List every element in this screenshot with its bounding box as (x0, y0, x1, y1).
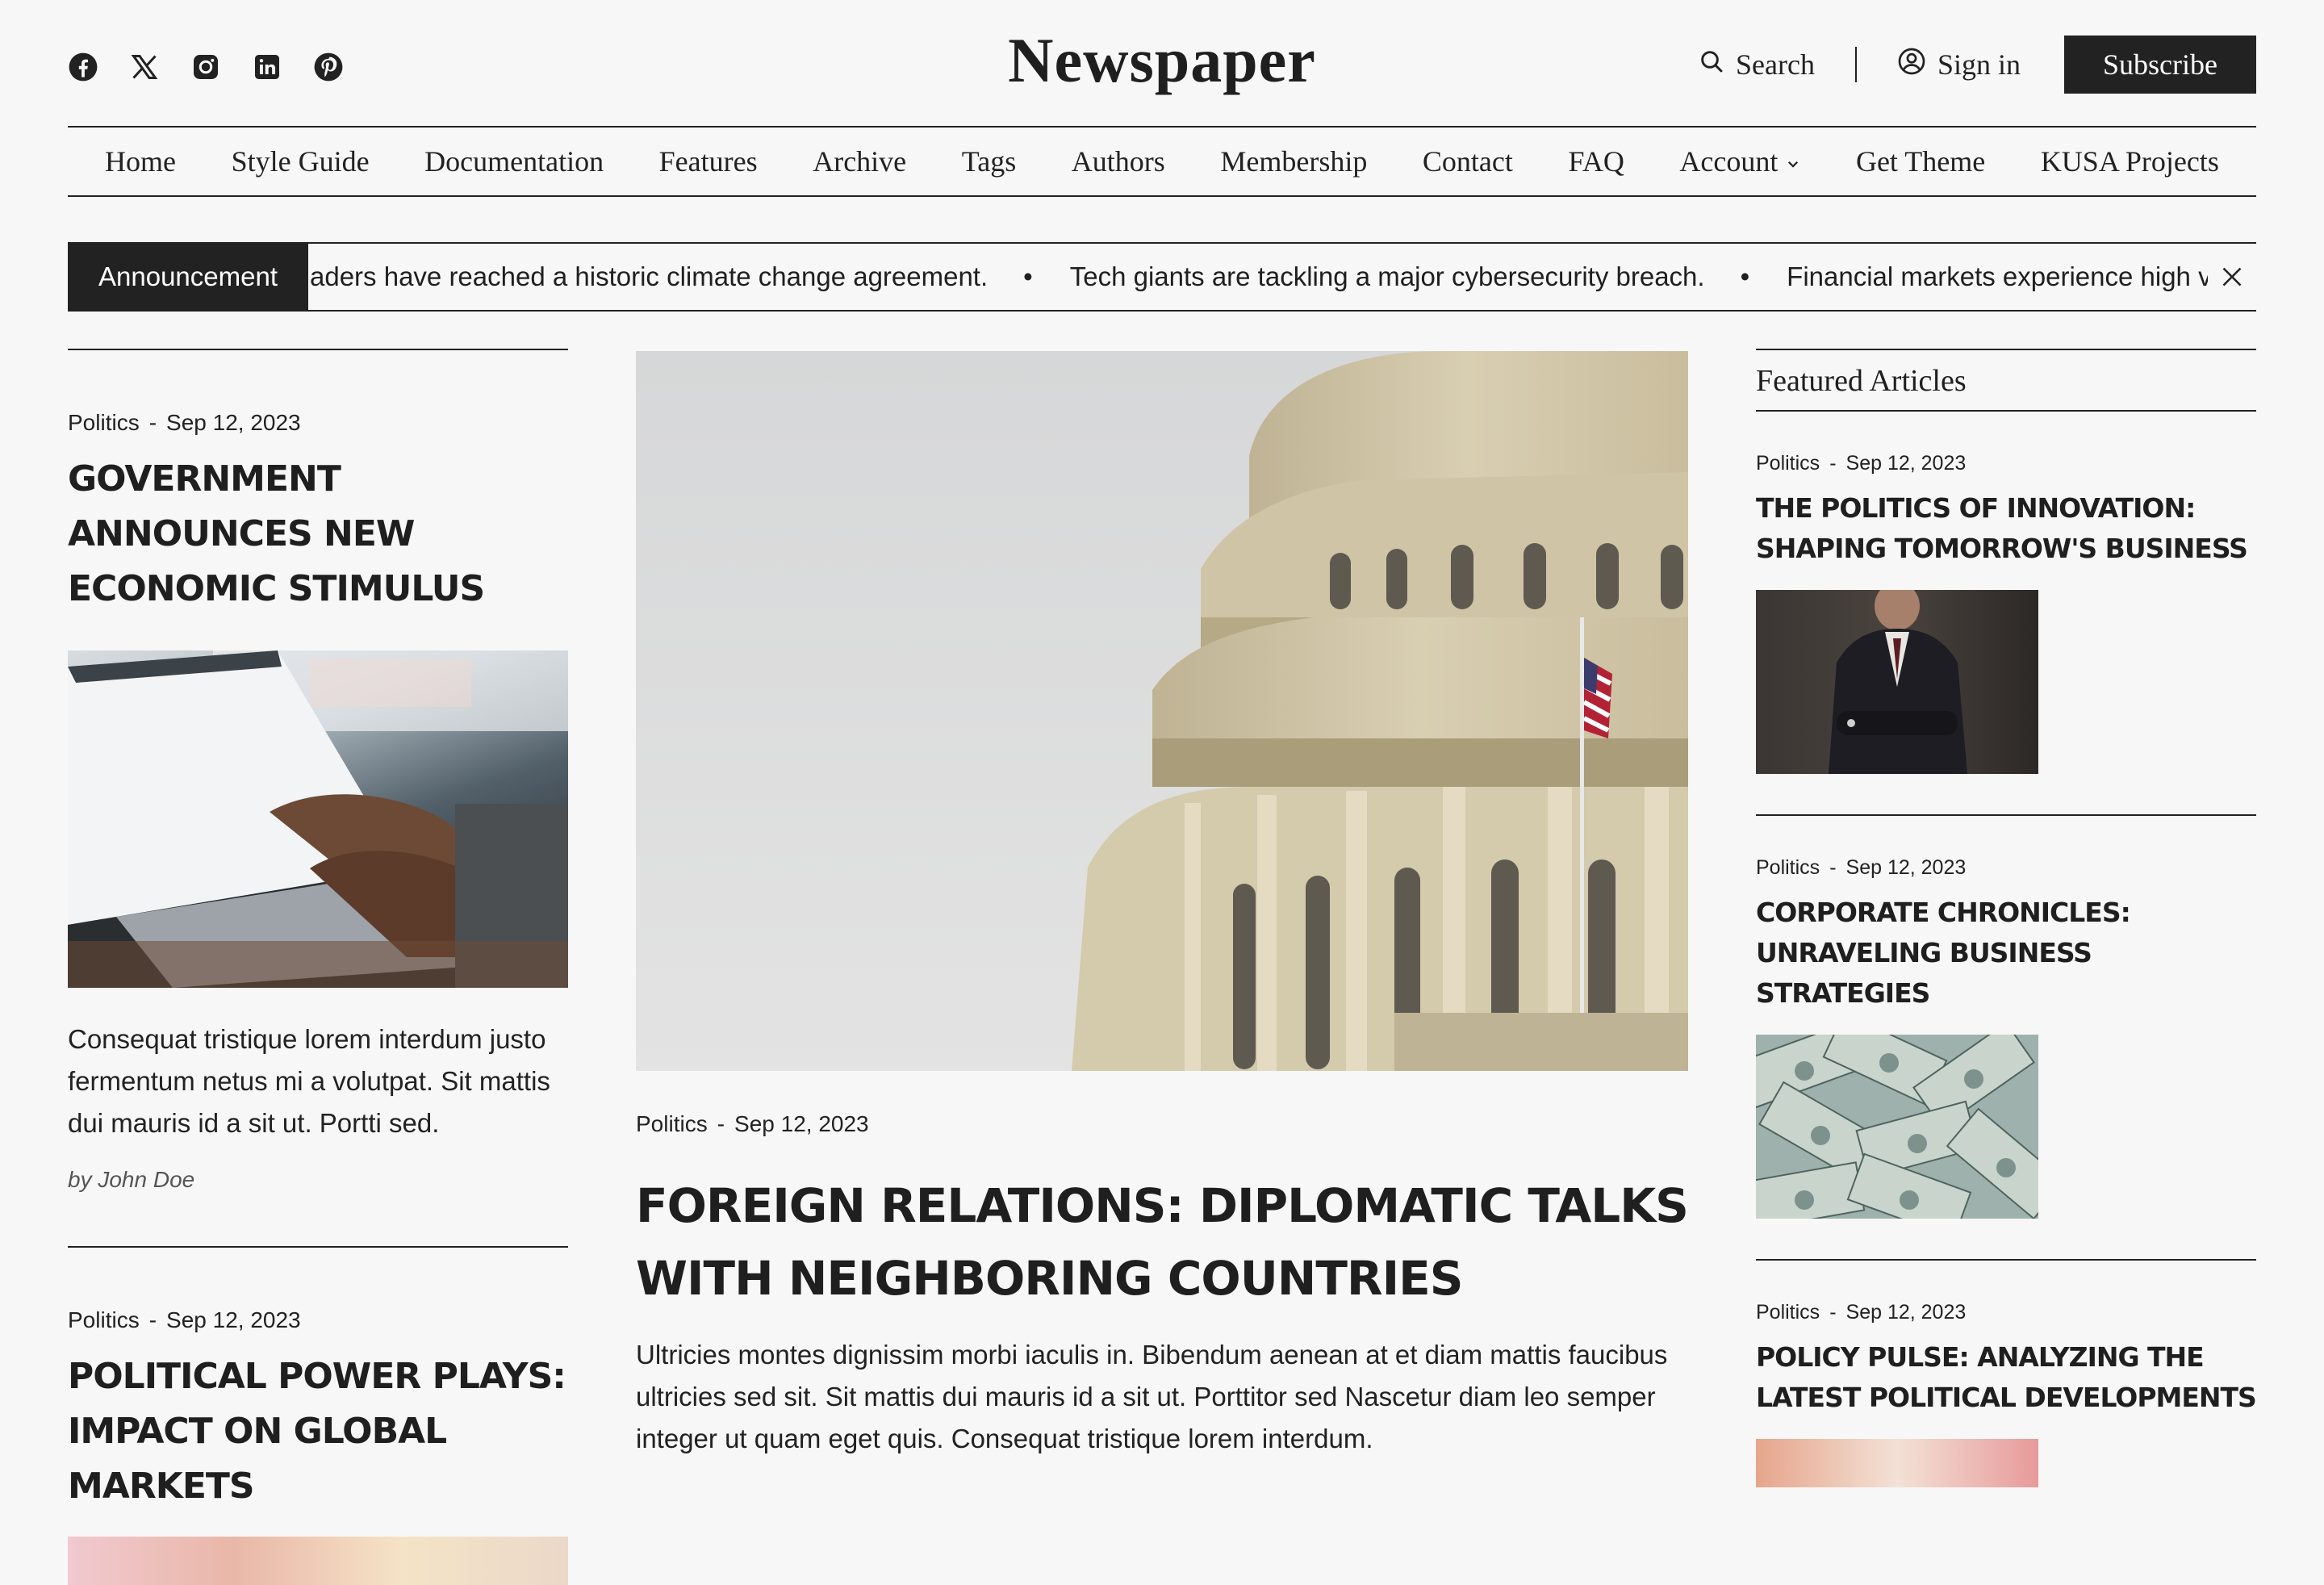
article-meta: Politics - Sep 12, 2023 (1756, 1301, 2256, 1324)
divider (68, 349, 568, 350)
article-image-businessman[interactable] (1756, 590, 2038, 774)
user-circle-icon (1897, 47, 1926, 83)
meta-separator: - (148, 1307, 157, 1332)
divider (1756, 1259, 2256, 1261)
left-column: Politics - Sep 12, 2023 GOVERNMENT ANNOU… (68, 349, 568, 1585)
article-date: Sep 12, 2023 (1845, 452, 1967, 475)
main-nav: Home Style Guide Documentation Features … (68, 126, 2256, 197)
article-meta: Politics - Sep 12, 2023 (68, 410, 568, 436)
hero-article-title[interactable]: FOREIGN RELATIONS: DIPLOMATIC TALKS WITH… (636, 1169, 1689, 1315)
article-excerpt: Consequat tristique lorem interdum justo… (68, 1024, 550, 1138)
category-link[interactable]: Politics (68, 410, 140, 436)
article-meta: Politics - Sep 12, 2023 (1756, 452, 2256, 475)
nav-item-home[interactable]: Home (105, 144, 176, 178)
meta-separator: - (1829, 1301, 1837, 1324)
pinterest-icon[interactable] (313, 52, 344, 82)
instagram-icon[interactable] (190, 52, 221, 82)
article-title[interactable]: POLICY PULSE: ANALYZING THE LATEST POLIT… (1756, 1337, 2257, 1418)
header-actions: Search Sign in Subscribe (1699, 36, 2256, 94)
category-link[interactable]: Politics (68, 1307, 140, 1333)
article-date: Sep 12, 2023 (166, 1307, 301, 1332)
right-column: Featured Articles Politics - Sep 12, 202… (1756, 349, 2257, 1487)
article-image-documents[interactable] (1756, 1439, 2038, 1487)
featured-articles-heading: Featured Articles (1756, 350, 2256, 412)
article-date: Sep 12, 2023 (1845, 1301, 1967, 1324)
social-links (68, 52, 344, 82)
header-divider (1854, 47, 1857, 82)
article-title[interactable]: THE POLITICS OF INNOVATION: SHAPING TOMO… (1756, 488, 2256, 569)
article-meta: Politics - Sep 12, 2023 (636, 1111, 1688, 1137)
ticker-item[interactable]: aders have reached a historic climate ch… (310, 261, 988, 292)
featured-article: Politics - Sep 12, 2023 POLICY PULSE: AN… (1756, 1301, 2257, 1487)
hero-article-excerpt: Ultricies montes dignissim morbi iaculis… (636, 1340, 1668, 1453)
nav-item-account[interactable]: Account (1679, 144, 1800, 178)
meta-separator: - (148, 410, 157, 435)
announcement-ticker: aders have reached a historic climate ch… (308, 244, 2208, 310)
close-icon[interactable] (2208, 266, 2256, 288)
signin-button[interactable]: Sign in (1897, 47, 2021, 83)
article-author[interactable]: by John Doe (68, 1167, 568, 1193)
divider (1756, 814, 2256, 816)
article-title[interactable]: GOVERNMENT ANNOUNCES NEW ECONOMIC STIMUL… (68, 452, 568, 617)
article-card: Politics - Sep 12, 2023 GOVERNMENT ANNOU… (68, 410, 568, 1193)
category-link[interactable]: Politics (1756, 1301, 1820, 1324)
article-card: Politics - Sep 12, 2023 POLITICAL POWER … (68, 1307, 568, 1585)
nav-item-kusa-projects[interactable]: KUSA Projects (2041, 144, 2219, 178)
article-meta: Politics - Sep 12, 2023 (68, 1307, 568, 1333)
nav-item-authors[interactable]: Authors (1072, 144, 1165, 178)
nav-item-tags[interactable]: Tags (962, 144, 1016, 178)
signin-label: Sign in (1937, 48, 2021, 81)
nav-item-contact[interactable]: Contact (1423, 144, 1513, 178)
search-button[interactable]: Search (1699, 48, 1815, 82)
ticker-item[interactable]: Financial markets experience high v (1787, 261, 2208, 292)
article-title[interactable]: POLITICAL POWER PLAYS: IMPACT ON GLOBAL … (68, 1349, 568, 1514)
linkedin-icon[interactable] (252, 52, 282, 82)
search-label: Search (1736, 48, 1815, 81)
announcement-label: Announcement (68, 244, 308, 310)
nav-item-archive[interactable]: Archive (813, 144, 906, 178)
article-image-laptop[interactable] (68, 650, 568, 988)
meta-separator: - (1829, 452, 1837, 475)
nav-item-get-theme[interactable]: Get Theme (1856, 144, 1985, 178)
divider (68, 1246, 568, 1248)
nav-item-account-label: Account (1679, 145, 1779, 178)
nav-item-features[interactable]: Features (659, 144, 758, 178)
article-meta: Politics - Sep 12, 2023 (1756, 856, 2256, 880)
article-image-sticky-notes[interactable] (68, 1537, 568, 1585)
article-image-dollar-bills[interactable] (1756, 1035, 2038, 1219)
x-icon[interactable] (129, 52, 160, 82)
site-logo[interactable]: Newspaper (1008, 24, 1316, 97)
facebook-icon[interactable] (68, 52, 98, 82)
article-title[interactable]: CORPORATE CHRONICLES: UNRAVELING BUSINES… (1756, 893, 2256, 1014)
nav-item-faq[interactable]: FAQ (1568, 144, 1624, 178)
article-date: Sep 12, 2023 (734, 1111, 869, 1136)
announcement-bar: Announcement aders have reached a histor… (68, 242, 2256, 312)
category-link[interactable]: Politics (636, 1111, 708, 1137)
center-column: Politics - Sep 12, 2023 FOREIGN RELATION… (636, 351, 1689, 1460)
article-date: Sep 12, 2023 (166, 410, 301, 435)
chevron-down-icon (1786, 144, 1800, 178)
meta-separator: - (717, 1111, 725, 1136)
featured-article: Politics - Sep 12, 2023 THE POLITICS OF … (1756, 452, 2256, 774)
bullet-icon: • (1023, 261, 1033, 291)
nav-item-style-guide[interactable]: Style Guide (232, 144, 370, 178)
article-date: Sep 12, 2023 (1845, 856, 1967, 879)
nav-item-documentation[interactable]: Documentation (424, 144, 604, 178)
subscribe-button[interactable]: Subscribe (2064, 36, 2256, 94)
bullet-icon: • (1740, 261, 1750, 291)
category-link[interactable]: Politics (1756, 856, 1820, 880)
search-icon (1699, 48, 1724, 82)
nav-item-membership[interactable]: Membership (1220, 144, 1367, 178)
site-header: Newspaper Search Sign in Subscribe (68, 0, 2256, 126)
meta-separator: - (1829, 856, 1837, 879)
category-link[interactable]: Politics (1756, 452, 1820, 475)
featured-article: Politics - Sep 12, 2023 CORPORATE CHRONI… (1756, 856, 2256, 1219)
ticker-item[interactable]: Tech giants are tackling a major cyberse… (1070, 261, 1705, 292)
hero-image-capitol[interactable] (636, 351, 1688, 1071)
